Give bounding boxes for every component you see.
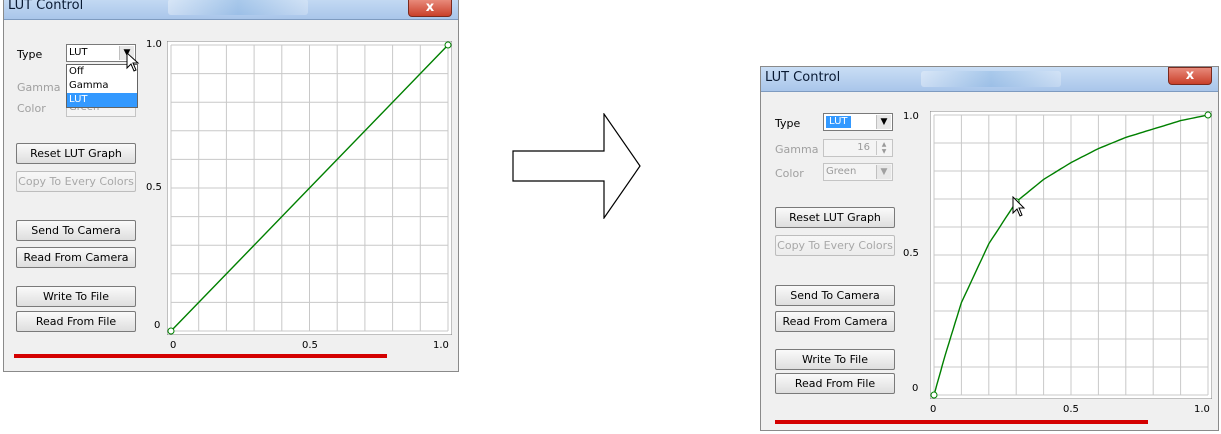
x-tick-label: 0.5 xyxy=(302,340,318,351)
type-select[interactable]: LUT ▼ xyxy=(823,113,893,131)
x-tick-label: 0 xyxy=(930,404,937,415)
color-select: Green ▼ xyxy=(823,163,893,181)
y-tick-label: 1.0 xyxy=(903,111,919,122)
stepper-buttons: ▲ ▼ xyxy=(876,141,891,155)
lut-control-window-before: LUT Control x Type LUT ▼ Gamma Color Gre… xyxy=(3,0,459,372)
type-label: Type xyxy=(17,48,43,61)
copy-to-every-colors-button: Copy To Every Colors xyxy=(775,235,895,256)
color-select-value: Green xyxy=(826,166,857,177)
x-tick-label: 1.0 xyxy=(433,340,449,351)
x-tick-label: 1.0 xyxy=(1194,404,1210,415)
gamma-label: Gamma xyxy=(17,81,61,94)
control-point xyxy=(1204,111,1212,119)
type-option-gamma[interactable]: Gamma xyxy=(67,79,137,93)
copy-to-every-colors-button: Copy To Every Colors xyxy=(16,171,136,192)
taskbar-ghost xyxy=(921,71,1061,87)
control-point xyxy=(444,41,452,49)
read-from-camera-button[interactable]: Read From Camera xyxy=(16,247,136,268)
progress-bar xyxy=(14,354,387,358)
write-to-file-button[interactable]: Write To File xyxy=(16,286,136,307)
x-tick-label: 0 xyxy=(170,340,177,351)
color-label: Color xyxy=(775,167,804,180)
chevron-down-icon: ▼ xyxy=(876,165,891,179)
stepper-up-icon: ▲ xyxy=(881,141,887,148)
mouse-cursor-icon xyxy=(126,52,140,72)
taskbar-ghost xyxy=(168,0,308,15)
mouse-cursor-icon xyxy=(1012,196,1026,217)
type-label: Type xyxy=(775,117,801,130)
read-from-camera-button[interactable]: Read From Camera xyxy=(775,311,895,332)
x-tick-label: 0.5 xyxy=(1063,404,1079,415)
control-point xyxy=(930,391,938,399)
gamma-label: Gamma xyxy=(775,143,819,156)
close-button[interactable]: x xyxy=(1168,67,1212,85)
y-tick-label: 0 xyxy=(154,320,161,331)
close-button[interactable]: x xyxy=(408,0,452,17)
type-select-value: LUT xyxy=(69,47,88,58)
progress-bar xyxy=(775,420,1148,424)
lut-graph[interactable] xyxy=(167,41,452,335)
window-title: LUT Control xyxy=(8,0,84,13)
chevron-down-icon[interactable]: ▼ xyxy=(876,115,891,129)
y-tick-label: 0 xyxy=(912,383,919,394)
reset-lut-graph-button[interactable]: Reset LUT Graph xyxy=(16,143,136,164)
write-to-file-button[interactable]: Write To File xyxy=(775,349,895,370)
type-option-lut[interactable]: LUT xyxy=(67,93,137,107)
send-to-camera-button[interactable]: Send To Camera xyxy=(775,285,895,306)
right-arrow-icon xyxy=(512,113,641,219)
read-from-file-button[interactable]: Read From File xyxy=(16,311,136,332)
gamma-value: 16 xyxy=(857,142,870,153)
read-from-file-button[interactable]: Read From File xyxy=(775,373,895,394)
y-tick-label: 1.0 xyxy=(146,39,162,50)
y-tick-label: 0.5 xyxy=(903,248,919,259)
title-bar: LUT Control x xyxy=(4,0,458,20)
stepper-down-icon: ▼ xyxy=(881,148,887,155)
gamma-stepper: 16 ▲ ▼ xyxy=(823,139,893,157)
title-bar: LUT Control x xyxy=(761,67,1218,92)
lut-control-window-after: LUT Control x Type LUT ▼ Gamma 16 ▲ ▼ Co… xyxy=(760,66,1219,431)
type-select-value: LUT xyxy=(826,116,851,128)
send-to-camera-button[interactable]: Send To Camera xyxy=(16,220,136,241)
color-label: Color xyxy=(17,102,46,115)
reset-lut-graph-button[interactable]: Reset LUT Graph xyxy=(775,207,895,228)
y-tick-label: 0.5 xyxy=(146,182,162,193)
lut-graph[interactable] xyxy=(930,111,1212,399)
window-title: LUT Control xyxy=(765,70,841,85)
control-point xyxy=(167,327,175,335)
